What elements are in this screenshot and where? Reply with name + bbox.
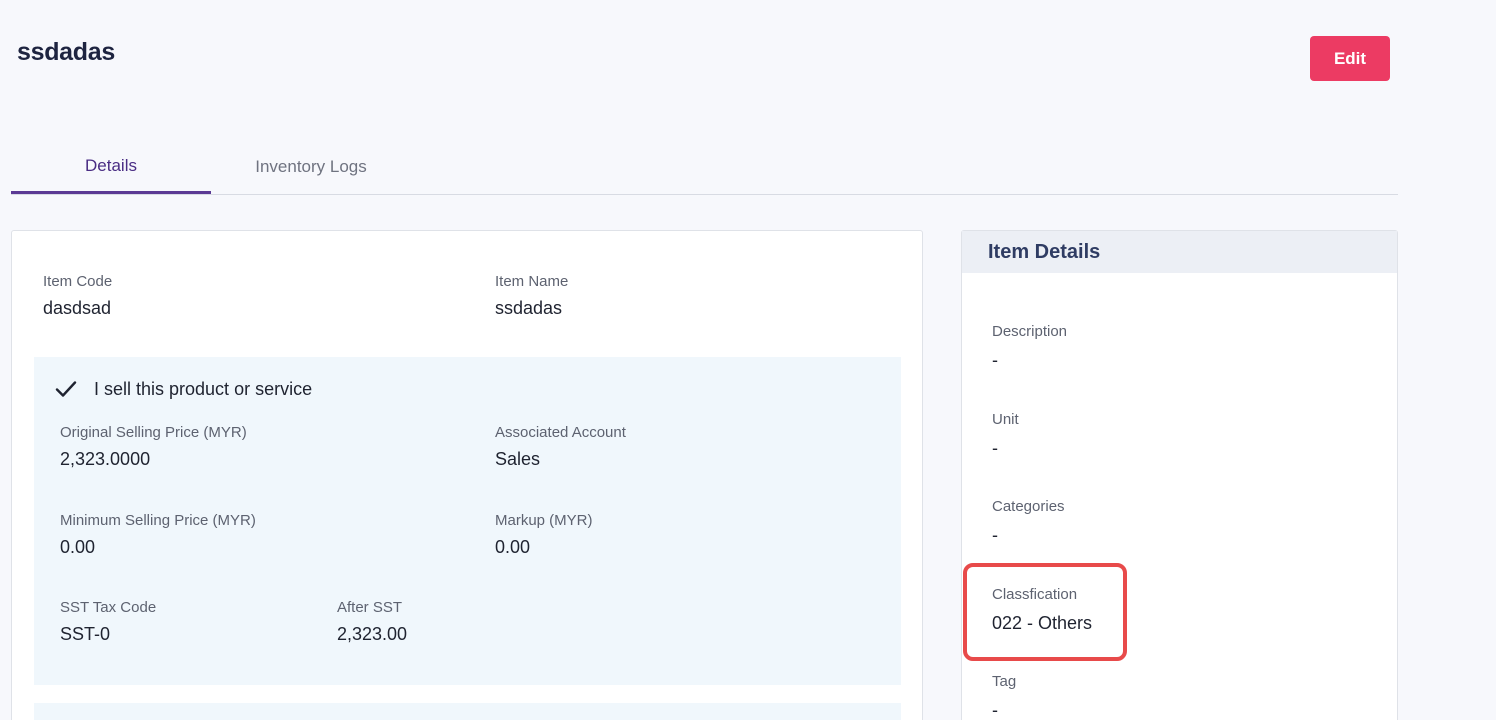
tag-value: - [992,700,998,720]
after-sst-value: 2,323.00 [337,624,408,644]
check-icon [55,381,77,397]
tag-field: Tag - [992,673,1016,720]
original-selling-price-value: 2,323.0000 [60,449,151,469]
unit-label: Unit [992,411,1019,428]
description-label: Description [992,323,1068,340]
item-code-label: Item Code [43,273,113,290]
categories-field: Categories - [992,498,1065,546]
purchase-section [34,703,901,720]
unit-value: - [992,438,998,458]
minimum-selling-price-value: 0.00 [60,537,96,557]
tab-bar: Details Inventory Logs [11,140,1398,195]
associated-account-field: Associated Account Sales [495,424,626,470]
associated-account-label: Associated Account [495,424,626,441]
original-selling-price-label: Original Selling Price (MYR) [60,424,247,441]
categories-value: - [992,525,998,545]
associated-account-value: Sales [495,449,541,469]
tag-label: Tag [992,673,1017,690]
sell-checkbox-label: I sell this product or service [94,378,313,399]
item-details-title: Item Details [962,231,1397,273]
description-field: Description - [992,323,1067,371]
unit-field: Unit - [992,411,1019,459]
tab-inventory-logs[interactable]: Inventory Logs [211,140,411,194]
sell-checkbox[interactable]: I sell this product or service [54,377,312,401]
minimum-selling-price-label: Minimum Selling Price (MYR) [60,512,256,529]
item-code-value: dasdsad [43,298,112,318]
sell-section: I sell this product or service Original … [34,357,901,685]
classification-label: Classfication [992,586,1078,603]
item-code-field: Item Code dasdsad [43,273,112,319]
minimum-selling-price-field: Minimum Selling Price (MYR) 0.00 [60,512,256,558]
item-name-field: Item Name ssdadas [495,273,568,319]
markup-label: Markup (MYR) [495,512,593,529]
edit-button[interactable]: Edit [1310,36,1390,81]
sst-tax-code-field: SST Tax Code SST-0 [60,599,156,645]
original-selling-price-field: Original Selling Price (MYR) 2,323.0000 [60,424,247,470]
sst-tax-code-value: SST-0 [60,624,111,644]
item-name-label: Item Name [495,273,569,290]
sst-tax-code-label: SST Tax Code [60,599,157,616]
categories-label: Categories [992,498,1065,515]
markup-value: 0.00 [495,537,531,557]
markup-field: Markup (MYR) 0.00 [495,512,593,558]
page-title: ssdadas [17,38,115,66]
description-value: - [992,350,998,370]
item-main-card: Item Code dasdsad Item Name ssdadas I se… [11,230,923,720]
item-name-value: ssdadas [495,298,563,318]
item-details-card: Item Details Description - Unit - Catego… [961,230,1398,720]
classification-value: 022 - Others [992,613,1093,633]
after-sst-label: After SST [337,599,403,616]
tab-details[interactable]: Details [11,140,211,194]
classification-field: Classfication 022 - Others [992,586,1092,634]
after-sst-field: After SST 2,323.00 [337,599,407,645]
